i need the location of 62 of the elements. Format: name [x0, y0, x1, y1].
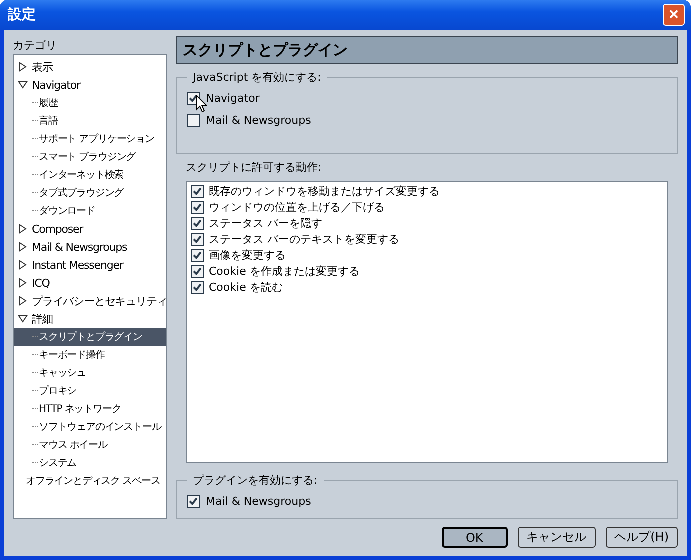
tree-item[interactable]: HTTP ネットワーク: [32, 400, 166, 418]
tree-item[interactable]: マウス ホイール: [32, 436, 166, 454]
panel-header: スクリプトとプラグイン: [176, 36, 678, 64]
checkbox-label: ウィンドウの位置を上げる／下げる: [209, 200, 385, 214]
expand-triangle-icon[interactable]: [18, 242, 28, 252]
checkbox-label: 既存のウィンドウを移動またはサイズ変更する: [209, 184, 440, 198]
checkbox[interactable]: [191, 216, 204, 230]
checkbox-label: Cookie を読む: [209, 280, 283, 294]
collapse-triangle-icon[interactable]: [18, 80, 28, 90]
checkbox-label: 画像を変更する: [209, 248, 286, 262]
dialog-button[interactable]: キャンセル: [518, 527, 596, 548]
checkbox-label: ステータス バーを隠す: [209, 216, 322, 230]
expand-triangle-icon[interactable]: [18, 62, 28, 72]
checkbox[interactable]: [191, 184, 204, 198]
tree-item[interactable]: スマート ブラウジング: [32, 148, 166, 166]
group-label: プラグインを有効にする:: [192, 473, 319, 488]
checkbox[interactable]: [191, 280, 204, 294]
dialog-button[interactable]: OK: [442, 527, 508, 548]
list-label: スクリプトに許可する動作:: [186, 160, 323, 175]
checkbox-label: Cookie を作成または変更する: [209, 264, 360, 278]
checkbox-label: Navigator: [206, 92, 260, 104]
checkbox-label: ステータス バーのテキストを変更する: [209, 232, 400, 246]
tree-item[interactable]: オフラインとディスク スペース: [26, 472, 166, 490]
tree-item[interactable]: Instant Messenger: [32, 256, 166, 274]
checkbox[interactable]: [187, 494, 200, 508]
tree-item[interactable]: キーボード操作: [32, 346, 166, 364]
tree-item[interactable]: 履歴: [32, 94, 166, 112]
collapse-triangle-icon[interactable]: [18, 314, 28, 324]
tree-item[interactable]: 言語: [32, 112, 166, 130]
tree-item[interactable]: キャッシュ: [32, 364, 166, 382]
checkbox[interactable]: [191, 248, 204, 262]
expand-triangle-icon[interactable]: [18, 278, 28, 288]
window-title: 設定: [8, 6, 36, 24]
tree-item[interactable]: Mail & Newsgroups: [32, 238, 166, 256]
tree-item[interactable]: システム: [32, 454, 166, 472]
group-label: JavaScript を有効にする:: [192, 70, 322, 85]
tree-item[interactable]: サポート アプリケーション: [32, 130, 166, 148]
close-button[interactable]: ×: [663, 4, 685, 26]
tree-item[interactable]: スクリプトとプラグイン: [14, 328, 166, 346]
tree-item[interactable]: ICQ: [32, 274, 166, 292]
cursor-icon: [196, 95, 207, 113]
tree-item[interactable]: ダウンロード: [32, 202, 166, 220]
dialog-button[interactable]: ヘルプ(H): [606, 527, 678, 548]
checkbox-label: Mail & Newsgroups: [206, 494, 312, 508]
checkbox-label: Mail & Newsgroups: [206, 114, 312, 126]
tree-item[interactable]: タブ式ブラウジング: [32, 184, 166, 202]
tree-item[interactable]: ソフトウェアのインストール: [32, 418, 166, 436]
expand-triangle-icon[interactable]: [18, 224, 28, 234]
tree-item[interactable]: 詳細: [32, 310, 166, 328]
tree-item[interactable]: プライバシーとセキュリティ: [32, 292, 166, 310]
category-label: カテゴリ: [13, 38, 58, 54]
tree-item[interactable]: インターネット検索: [32, 166, 166, 184]
checkbox[interactable]: [191, 264, 204, 278]
tree-item[interactable]: 表示: [32, 58, 166, 76]
expand-triangle-icon[interactable]: [18, 296, 28, 306]
expand-triangle-icon[interactable]: [18, 260, 28, 270]
checkbox[interactable]: [191, 200, 204, 214]
checkbox[interactable]: [191, 232, 204, 246]
tree-item[interactable]: プロキシ: [32, 382, 166, 400]
tree-item[interactable]: Navigator: [32, 76, 166, 94]
tree-item[interactable]: Composer: [32, 220, 166, 238]
checkbox[interactable]: [187, 114, 200, 126]
